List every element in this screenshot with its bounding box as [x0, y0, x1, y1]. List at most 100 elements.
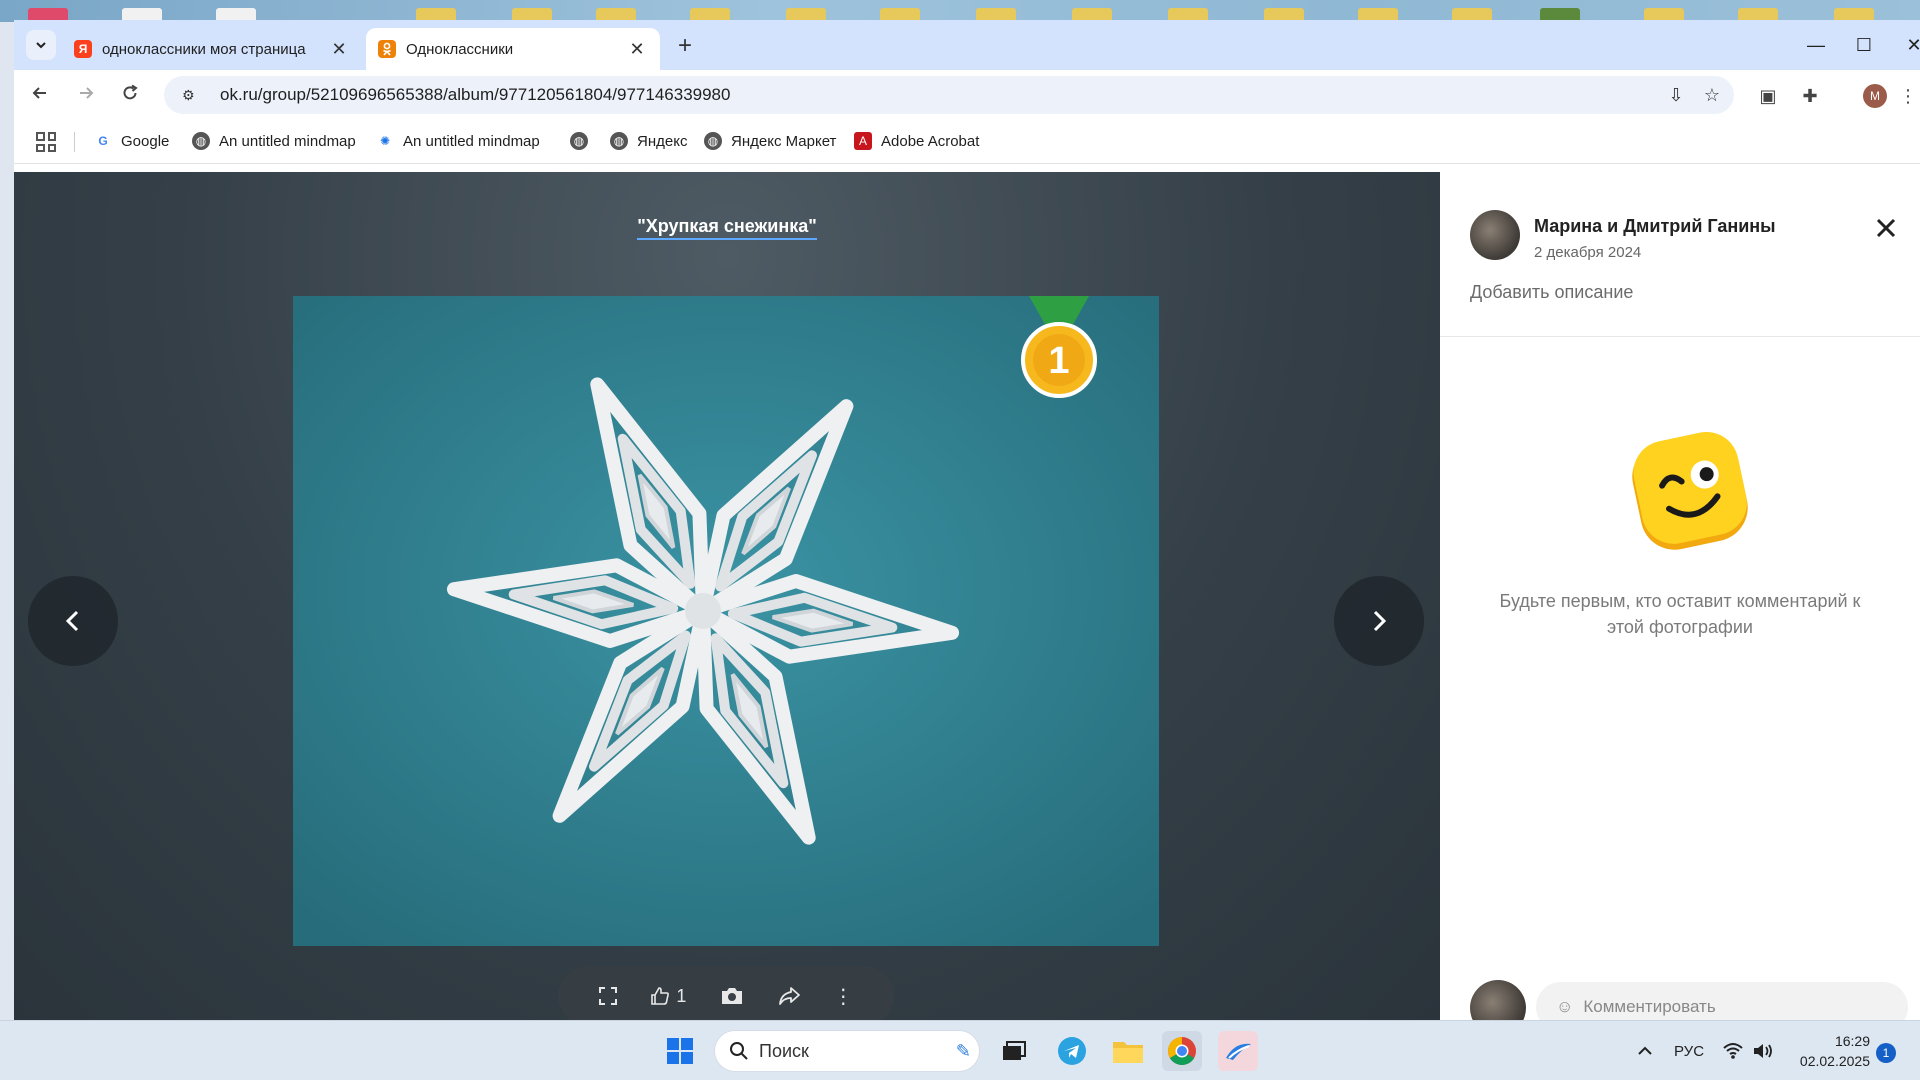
current-user-avatar	[1470, 980, 1526, 1020]
bookmark-mindmap[interactable]: ✺ An untitled mindmap	[376, 132, 540, 150]
file-explorer-button[interactable]	[1108, 1031, 1148, 1071]
site-info-icon[interactable]: ⚙	[182, 86, 200, 104]
bookmark-globe[interactable]: ◍	[570, 132, 597, 150]
telegram-button[interactable]	[1052, 1031, 1092, 1071]
close-tab-icon[interactable]: ✕	[328, 39, 350, 60]
save-photo-button[interactable]	[720, 986, 744, 1006]
empty-comments-text: Будьте первым, кто оставит комментарий к…	[1499, 591, 1861, 637]
bookmark-label: Adobe Acrobat	[881, 132, 980, 150]
like-count: 1	[676, 985, 687, 1006]
comment-placeholder: Комментировать	[1583, 997, 1716, 1016]
minimize-button[interactable]: —	[1796, 30, 1836, 60]
like-button[interactable]: 1	[650, 986, 686, 1007]
new-tab-button[interactable]: +	[670, 32, 700, 62]
acrobat-icon: A	[854, 132, 872, 150]
extensions-icon[interactable]: ✚	[1796, 82, 1824, 110]
thumbs-up-icon	[651, 987, 670, 1005]
globe-icon: ◍	[704, 132, 722, 150]
author-name[interactable]: Марина и Дмитрий Ганины	[1534, 216, 1776, 237]
profile-avatar[interactable]: M	[1863, 84, 1887, 108]
maximize-button[interactable]: ☐	[1844, 30, 1884, 60]
fullscreen-icon	[598, 987, 617, 1005]
chevron-left-icon	[65, 610, 79, 632]
photo-viewer: "Хрупкая снежинка" 1 1 ⋮	[14, 172, 1440, 1020]
add-description-link[interactable]: Добавить описание	[1470, 282, 1633, 303]
smile-icon[interactable]: ☺	[1556, 997, 1573, 1017]
bookmark-google[interactable]: G Google	[94, 132, 169, 150]
system-clock[interactable]: 16:29 02.02.2025	[1790, 1031, 1870, 1071]
close-tab-icon[interactable]: ✕	[626, 39, 648, 60]
telegram-icon	[1058, 1037, 1086, 1065]
address-bar[interactable]: ⚙ ok.ru/group/52109696565388/album/97712…	[164, 76, 1734, 114]
ok-icon	[378, 40, 396, 58]
start-button[interactable]	[660, 1031, 700, 1071]
tab-strip: Я одноклассники моя страница ✕ Однокласс…	[14, 20, 1920, 70]
bookmark-label: An untitled mindmap	[403, 132, 540, 150]
close-viewer-button[interactable]	[1870, 212, 1902, 244]
next-photo-button[interactable]	[1334, 576, 1424, 666]
taskbar: Поиск ✎ РУС 16:29 02.02.2025 1	[0, 1020, 1920, 1080]
tab-odnoklassniki-search[interactable]: Я одноклассники моя страница ✕	[62, 28, 362, 70]
chrome-icon	[1168, 1037, 1196, 1065]
divider	[74, 132, 75, 152]
fullscreen-button[interactable]	[598, 987, 617, 1005]
bookmark-mindmap[interactable]: ◍ An untitled mindmap	[192, 132, 356, 150]
app-icon	[1226, 1043, 1251, 1060]
notification-badge[interactable]: 1	[1876, 1043, 1896, 1063]
globe-icon: ◍	[192, 132, 210, 150]
taskbar-search[interactable]: Поиск ✎	[714, 1030, 980, 1072]
google-icon: G	[98, 134, 108, 148]
bookmark-adobe-acrobat[interactable]: A Adobe Acrobat	[854, 132, 979, 150]
comment-input[interactable]: ☺ Комментировать	[1536, 982, 1908, 1020]
back-button[interactable]	[24, 80, 56, 112]
cast-icon[interactable]: ▣	[1754, 82, 1782, 110]
apps-icon[interactable]	[36, 132, 56, 152]
clock-time: 16:29	[1834, 1033, 1870, 1049]
more-options-button[interactable]: ⋮	[833, 984, 853, 1009]
reload-icon	[123, 84, 138, 100]
forward-button[interactable]	[70, 80, 102, 112]
reload-button[interactable]	[114, 80, 146, 112]
bookmark-yandex-market[interactable]: ◍ Яндекс Маркет	[704, 132, 836, 150]
language-indicator[interactable]: РУС	[1674, 1021, 1704, 1080]
previous-photo-button[interactable]	[28, 576, 118, 666]
photo[interactable]: 1	[293, 296, 1159, 946]
arrow-right-icon	[80, 87, 94, 99]
browser-toolbar: ⚙ ok.ru/group/52109696565388/album/97712…	[14, 70, 1920, 120]
tab-search-button[interactable]	[26, 30, 56, 60]
task-view-button[interactable]	[994, 1031, 1034, 1071]
divider	[1440, 336, 1920, 337]
bookmark-label: Яндекс	[637, 132, 688, 150]
globe-icon: ◍	[610, 132, 628, 150]
chrome-button[interactable]	[1162, 1031, 1202, 1071]
tab-odnoklassniki[interactable]: Одноклассники ✕	[366, 28, 660, 70]
install-app-icon[interactable]: ⇩	[1664, 83, 1688, 107]
yandex-icon: Я	[74, 40, 92, 58]
mindmap-icon: ✺	[379, 134, 391, 148]
show-hidden-icons[interactable]	[1636, 1021, 1654, 1080]
bookmarks-bar: G Google ◍ An untitled mindmap ✺ An unti…	[14, 120, 1920, 164]
bookmark-star-icon[interactable]: ☆	[1700, 83, 1724, 107]
tab-title: одноклассники моя страница	[102, 40, 306, 58]
post-date: 2 декабря 2024	[1534, 244, 1642, 261]
medal-number: 1	[1048, 340, 1069, 382]
close-window-button[interactable]: ✕	[1894, 30, 1920, 60]
bookmark-label: An untitled mindmap	[219, 132, 356, 150]
album-title-link[interactable]: "Хрупкая снежинка"	[637, 216, 817, 240]
wifi-icon[interactable]	[1722, 1021, 1744, 1080]
author-avatar[interactable]	[1470, 210, 1520, 260]
menu-icon[interactable]: ⋮	[1894, 82, 1920, 110]
app-button[interactable]	[1218, 1031, 1258, 1071]
arrow-left-icon	[32, 87, 46, 99]
wink-emoji-icon	[1628, 430, 1752, 554]
snowflake-image: 1	[293, 296, 1159, 946]
volume-icon[interactable]	[1752, 1021, 1776, 1080]
bookmark-yandex[interactable]: ◍ Яндекс	[610, 132, 687, 150]
share-button[interactable]	[778, 986, 800, 1006]
more-vertical-icon: ⋮	[833, 985, 854, 1008]
browser-window: Я одноклассники моя страница ✕ Однокласс…	[14, 20, 1920, 1020]
url-text[interactable]: ok.ru/group/52109696565388/album/9771205…	[220, 85, 730, 105]
camera-icon	[722, 988, 742, 1004]
clock-date: 02.02.2025	[1799, 1053, 1870, 1069]
folder-icon	[1113, 1042, 1143, 1063]
